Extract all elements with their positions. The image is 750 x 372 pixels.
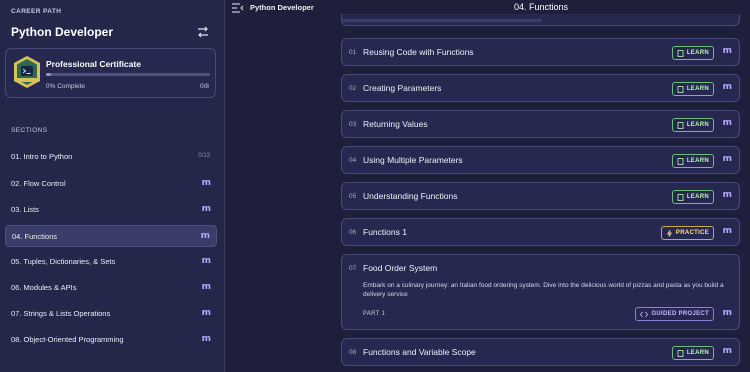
lesson-number: 07 [349, 265, 357, 272]
book-icon [677, 121, 684, 129]
practice-tag: PRACTICE [660, 226, 714, 240]
sidebar-item-label: 03. Lists [11, 205, 39, 214]
m-logo-icon: m [722, 346, 732, 356]
sidebar-item-label: 04. Functions [12, 232, 58, 241]
lesson-title: Using Multiple Parameters [363, 155, 463, 165]
lesson-number: 05 [349, 193, 357, 200]
sidebar-item-label: 07. Strings & Lists Operations [11, 309, 111, 318]
m-logo-icon: m [722, 46, 732, 56]
book-icon [677, 49, 684, 57]
lesson-card[interactable]: 05 Understanding Functions LEARN m [341, 182, 740, 210]
previous-card-remnant [341, 14, 740, 26]
learn-tag: LEARN [671, 82, 714, 96]
lesson-part: PART 1 [363, 311, 386, 317]
sidebar-item-label: 02. Flow Control [11, 179, 66, 188]
lesson-title: Understanding Functions [363, 191, 458, 201]
sidebar-item-lists[interactable]: 03. Lists m [5, 199, 217, 221]
lesson-description: Embark on a culinary journey: an Italian… [363, 282, 724, 298]
lesson-number: 01 [349, 49, 357, 56]
tag-label: GUIDED PROJECT [651, 311, 709, 317]
m-logo-icon: m [201, 334, 211, 344]
tag-label: LEARN [686, 158, 709, 164]
sidebar-item-modules-apis[interactable]: 06. Modules & APIs m [5, 277, 217, 299]
certificate-count: 0/8 [199, 83, 209, 90]
sections-heading: SECTIONS [11, 127, 48, 134]
learn-tag: LEARN [671, 118, 714, 132]
certificate-badge-icon [14, 56, 40, 88]
book-icon [677, 157, 684, 165]
sidebar-item-flow-control[interactable]: 02. Flow Control m [5, 173, 217, 195]
m-logo-icon: m [722, 118, 732, 128]
section-progress-count: 0/13 [198, 153, 210, 159]
lesson-card[interactable]: 08 Functions and Variable Scope LEARN m [341, 338, 740, 366]
tag-label: LEARN [686, 122, 709, 128]
tag-label: LEARN [686, 50, 709, 56]
lesson-number: 06 [349, 229, 357, 236]
sidebar-item-label: 05. Tuples, Dictionaries, & Sets [11, 257, 116, 266]
sidebar-item-label: 08. Object-Oriented Programming [11, 335, 124, 344]
guided-project-tag: GUIDED PROJECT [635, 307, 714, 321]
lesson-card-guided-project[interactable]: 07 Food Order System Embark on a culinar… [341, 254, 740, 330]
m-logo-icon: m [201, 178, 211, 188]
sidebar-item-object-oriented-programming[interactable]: 08. Object-Oriented Programming m [5, 329, 217, 351]
m-logo-icon: m [201, 282, 211, 292]
career-path-eyebrow: CAREER PATH [11, 8, 62, 15]
book-icon [677, 85, 684, 93]
m-logo-icon: m [722, 190, 732, 200]
tag-label: LEARN [686, 350, 709, 356]
sidebar-item-tuples-dictionaries-sets[interactable]: 05. Tuples, Dictionaries, & Sets m [5, 251, 217, 273]
collapse-sidebar-icon[interactable] [232, 3, 244, 13]
page-title: 04. Functions [514, 2, 569, 12]
learn-tag: LEARN [671, 346, 714, 360]
sidebar-item-label: 06. Modules & APIs [11, 283, 77, 292]
book-icon [677, 349, 684, 357]
learn-tag: LEARN [671, 154, 714, 168]
certificate-card[interactable]: Professional Certificate 0% Complete 0/8 [5, 48, 216, 98]
sidebar: CAREER PATH Python Developer Professiona… [0, 0, 225, 372]
tag-label: PRACTICE [675, 230, 709, 236]
sidebar-item-intro-to-python[interactable]: 01. Intro to Python 0/13 [5, 146, 217, 168]
learn-tag: LEARN [671, 46, 714, 60]
lesson-card[interactable]: 03 Returning Values LEARN m [341, 110, 740, 138]
m-logo-icon: m [201, 204, 211, 214]
lesson-title: Functions 1 [363, 227, 407, 237]
sidebar-item-functions[interactable]: 04. Functions m [5, 225, 217, 247]
m-logo-icon: m [201, 256, 211, 266]
lesson-title: Creating Parameters [363, 83, 442, 93]
lesson-card[interactable]: 06 Functions 1 PRACTICE m [341, 218, 740, 246]
m-logo-icon: m [201, 308, 211, 318]
path-title: Python Developer [11, 25, 114, 39]
m-logo-icon: m [722, 226, 732, 236]
lesson-number: 04 [349, 157, 357, 164]
tag-label: LEARN [686, 86, 709, 92]
certificate-progress-bar [46, 73, 210, 76]
code-icon [640, 311, 649, 317]
lesson-title: Reusing Code with Functions [363, 47, 474, 57]
certificate-progress-fill [46, 73, 51, 76]
lightning-icon [666, 229, 673, 237]
tag-label: LEARN [686, 194, 709, 200]
lesson-title: Functions and Variable Scope [363, 347, 476, 357]
m-logo-icon: m [722, 82, 732, 92]
m-logo-icon: m [200, 231, 210, 241]
certificate-complete-label: 0% Complete [46, 83, 86, 90]
swap-icon[interactable] [196, 25, 210, 39]
lesson-card[interactable]: 01 Reusing Code with Functions LEARN m [341, 38, 740, 66]
certificate-title: Professional Certificate [46, 59, 141, 69]
sidebar-item-label: 01. Intro to Python [11, 152, 73, 161]
lesson-title: Returning Values [363, 119, 428, 129]
m-logo-icon: m [722, 308, 732, 318]
lesson-card[interactable]: 02 Creating Parameters LEARN m [341, 74, 740, 102]
lesson-number: 03 [349, 121, 357, 128]
lesson-number: 02 [349, 85, 357, 92]
lesson-card[interactable]: 04 Using Multiple Parameters LEARN m [341, 146, 740, 174]
sidebar-item-strings-lists-operations[interactable]: 07. Strings & Lists Operations m [5, 303, 217, 325]
breadcrumb-path[interactable]: Python Developer [250, 3, 314, 12]
m-logo-icon: m [722, 154, 732, 164]
lesson-title: Food Order System [363, 263, 438, 273]
book-icon [677, 193, 684, 201]
learn-tag: LEARN [671, 190, 714, 204]
lesson-number: 08 [349, 349, 357, 356]
